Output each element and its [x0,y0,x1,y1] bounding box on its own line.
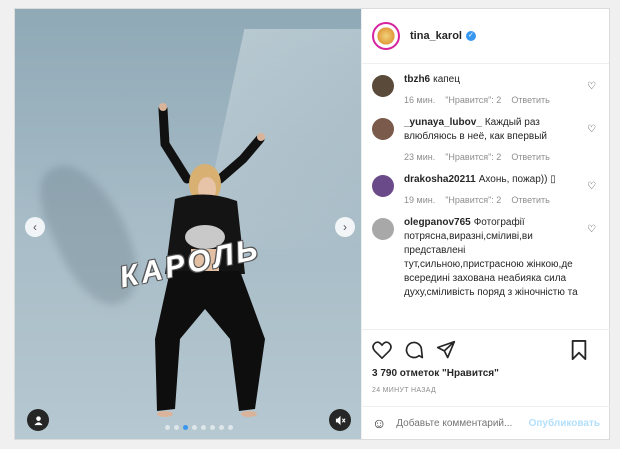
post-dialog: КАРОЛЬ ‹ › tina_karol ✓ tbzh6 капец⁣⁣⁣ 16 … [14,8,610,440]
carousel-dot [192,425,197,430]
post-sidebar: tina_karol ✓ tbzh6 капец⁣⁣⁣ 16 мин. "Нравит… [361,9,610,439]
comment-item: _yunaya_lubov_ Каждый раз влюбляюсь в неё… [372,116,600,164]
share-icon[interactable] [436,340,456,360]
comment-meta: 19 мин. "Нравится": 2 Ответить [404,193,579,207]
comment-username[interactable]: _yunaya_lubov_ [404,117,482,128]
author-username[interactable]: tina_karol [410,30,462,42]
carousel-dot [174,425,179,430]
comment-reply-button[interactable]: Ответить [511,193,549,207]
verified-badge-icon: ✓ [465,31,476,41]
comment-body: drakosha20211 Ахонь, пожар)) ▯ 19 мин. "Нра… [404,173,579,207]
comment-like-icon[interactable]: ♡ [587,181,596,192]
comment-body: olegpanov765 Фотографії потрясна,виразні,… [404,216,579,300]
user-icon [33,415,43,425]
action-row [372,338,600,362]
mute-icon [335,415,346,425]
comment-body: _yunaya_lubov_ Каждый раз влюбляюсь в неё… [404,116,579,164]
mute-button[interactable] [329,409,351,431]
post-timestamp: 24 МИНУТ НАЗАД [372,387,437,394]
comment-input[interactable] [396,417,529,429]
comment-item: tbzh6 капец⁣⁣⁣ 16 мин. "Нравится": 2 Ответит… [372,73,600,107]
comment-icon[interactable] [404,340,424,360]
comment-text: Ахонь, пожар)) ▯ [478,174,556,185]
comment-like-icon[interactable]: ♡ [587,224,596,235]
comment-username[interactable]: olegpanov765 [404,217,471,228]
comment-like-icon[interactable]: ♡ [587,81,596,92]
comment-likes[interactable]: "Нравится": 2 [445,93,501,107]
emoji-icon[interactable]: ☺ [372,415,386,431]
post-header: tina_karol ✓ [362,9,609,64]
comment-likes[interactable]: "Нравится": 2 [445,193,501,207]
media-prev-button[interactable]: ‹ [25,217,45,237]
carousel-dot [228,425,233,430]
comments-list: tbzh6 капец⁣⁣⁣ 16 мин. "Нравится": 2 Ответит… [362,64,610,329]
dancer-figure [155,103,265,417]
tagged-users-button[interactable] [27,409,49,431]
post-actions: 3 790 отметок "Нравится" 24 МИНУТ НАЗАД [362,329,610,394]
comment-reply-button[interactable]: Ответить [511,150,549,164]
comment-meta: 16 мин. "Нравится": 2 Ответить [404,93,579,107]
media-next-button[interactable]: › [335,217,355,237]
comment-avatar[interactable] [372,118,394,140]
comment-text: Фотографії потрясна,виразні,сміливі,ви п… [404,217,578,298]
like-icon[interactable] [372,341,392,359]
comment-time: 19 мин. [404,195,436,205]
comment-username[interactable]: tbzh6 [404,74,430,85]
comment-reply-button[interactable]: Ответить [511,93,549,107]
carousel-dots [165,425,233,430]
comment-body: tbzh6 капец⁣⁣⁣ 16 мин. "Нравится": 2 Ответит… [404,73,579,107]
chevron-right-icon: › [343,220,347,234]
comment-avatar[interactable] [372,218,394,240]
comment-likes[interactable]: "Нравится": 2 [445,150,501,164]
comment-like-icon[interactable]: ♡ [587,124,596,135]
comment-item: olegpanov765 Фотографії потрясна,виразні,… [372,216,600,300]
carousel-dot [165,425,170,430]
add-comment-bar: ☺ Опубликовать [362,406,610,439]
carousel-dot [219,425,224,430]
publish-button[interactable]: Опубликовать [529,418,600,429]
carousel-dot [183,425,188,430]
carousel-dot [210,425,215,430]
comment-time: 16 мин. [404,95,436,105]
comment-meta: 23 мин. "Нравится": 2 Ответить [404,150,579,164]
comment-text: капец⁣⁣⁣ [433,74,460,85]
bookmark-icon[interactable] [570,340,588,360]
avatar-image [376,26,396,46]
comment-time: 23 мин. [404,152,436,162]
chevron-left-icon: ‹ [33,220,37,234]
comment-username[interactable]: drakosha20211 [404,174,476,185]
post-media[interactable]: КАРОЛЬ ‹ › [15,9,361,439]
comment-avatar[interactable] [372,75,394,97]
comment-item: drakosha20211 Ахонь, пожар)) ▯ 19 мин. "Нра… [372,173,600,207]
author-avatar[interactable] [372,22,400,50]
likes-count[interactable]: 3 790 отметок "Нравится" [372,368,600,379]
comment-avatar[interactable] [372,175,394,197]
carousel-dot [201,425,206,430]
